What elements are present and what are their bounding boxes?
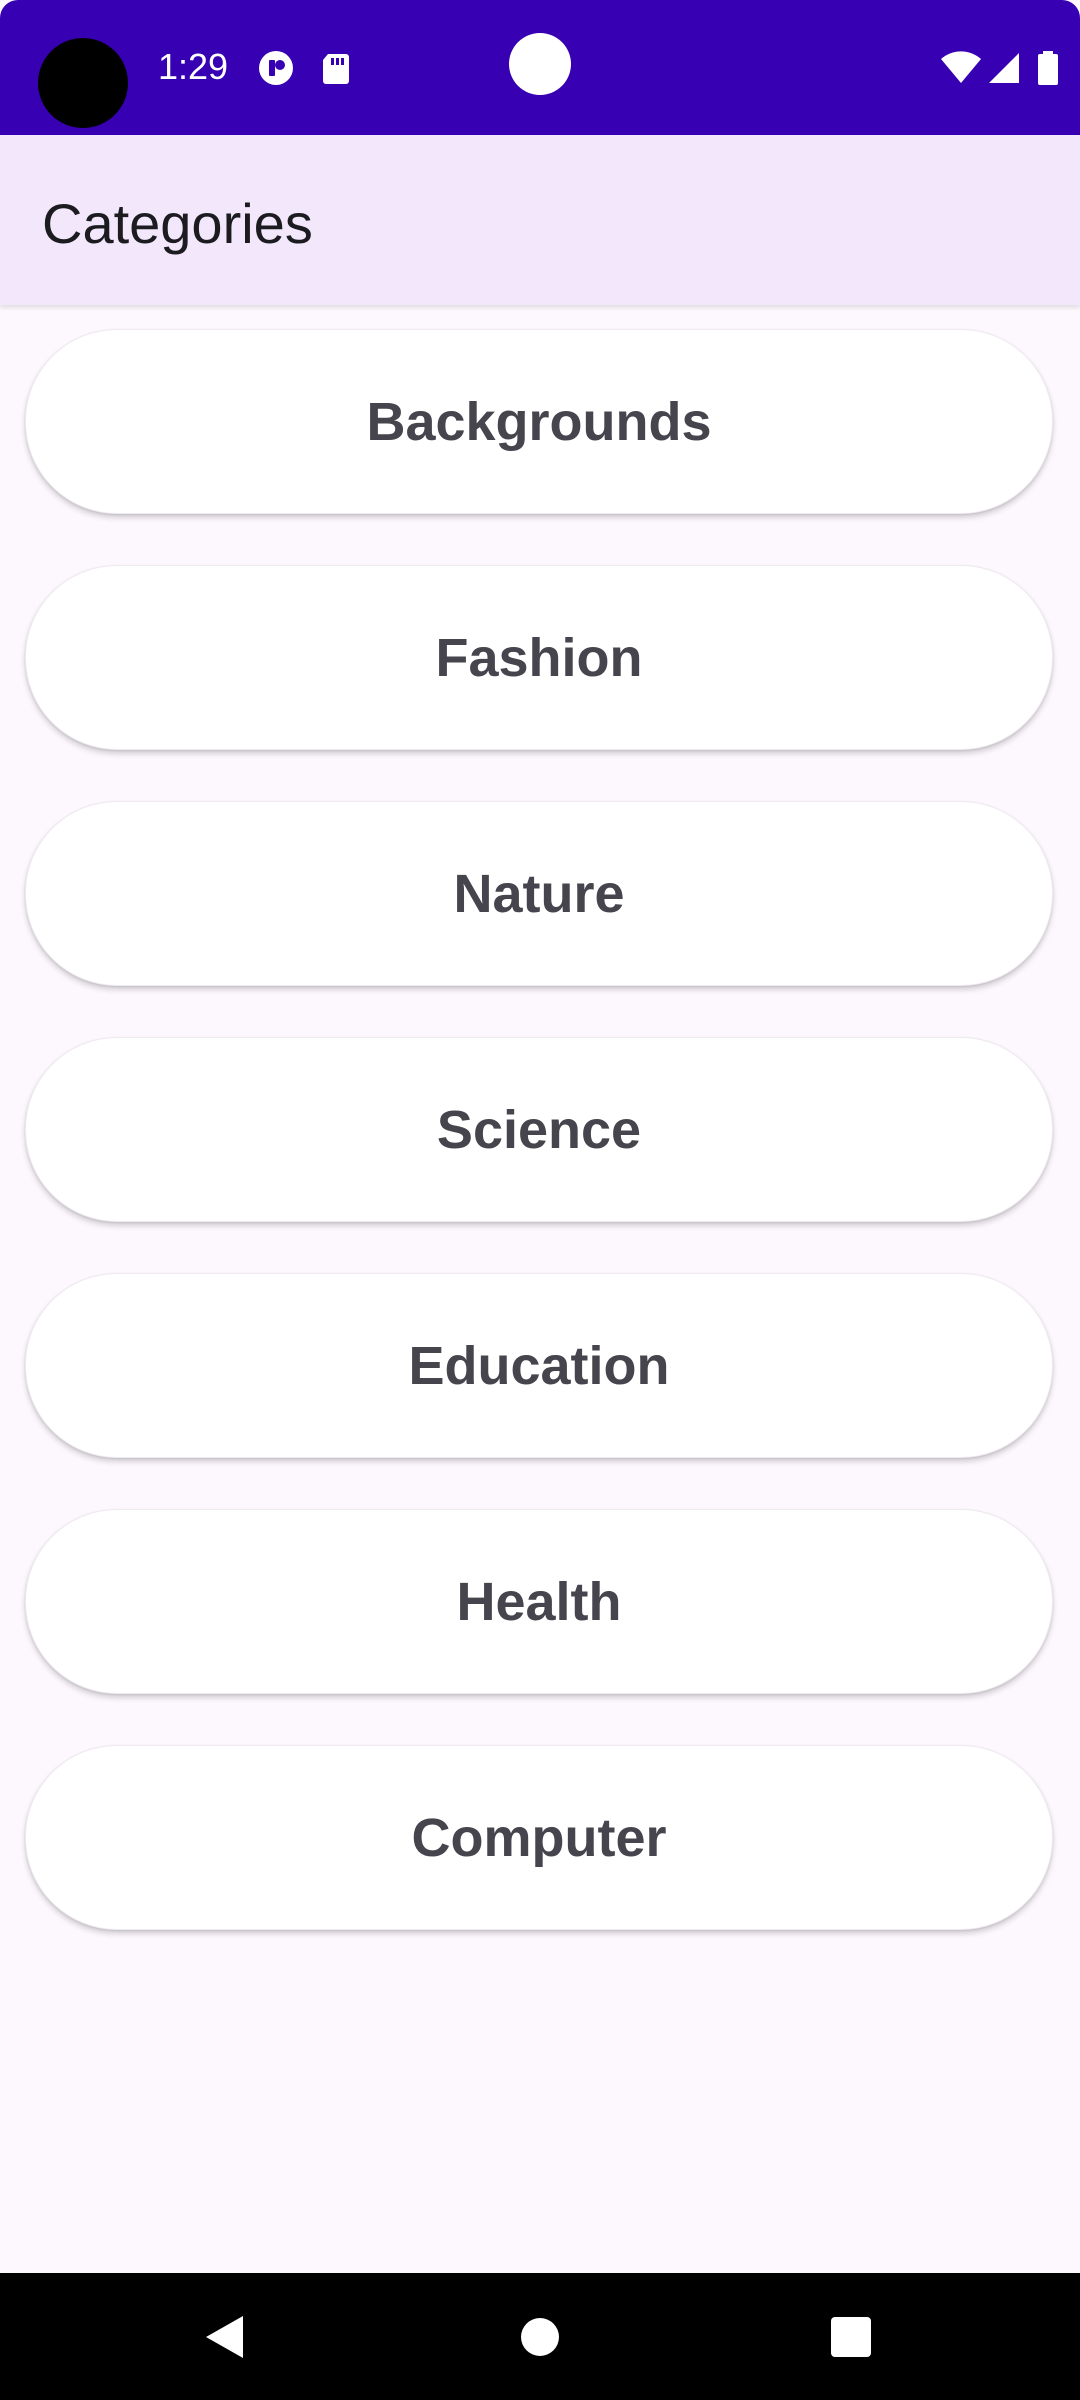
category-button-computer[interactable]: Computer [25,1745,1053,1930]
home-button[interactable] [470,2273,610,2400]
notification-app-icon [259,51,293,85]
category-label: Fashion [435,627,643,688]
front-sensor [509,33,571,95]
category-label: Computer [411,1807,667,1868]
category-button-health[interactable]: Health [25,1509,1053,1694]
category-button-backgrounds[interactable]: Backgrounds [25,329,1053,514]
back-button[interactable] [155,2273,295,2400]
app-bar: Categories [0,135,1080,305]
page-title: Categories [42,192,313,255]
status-time: 1:29 [158,46,229,87]
category-button-nature[interactable]: Nature [25,801,1053,986]
home-icon [521,2317,559,2356]
battery-icon [1038,51,1058,85]
back-icon [206,2315,243,2358]
recents-button[interactable] [781,2273,921,2400]
camera-cutout [38,38,128,128]
category-label: Nature [453,863,625,924]
navigation-bar [0,2273,1080,2400]
category-label: Backgrounds [366,391,712,452]
recents-icon [831,2316,871,2357]
category-button-fashion[interactable]: Fashion [25,565,1053,750]
category-button-education[interactable]: Education [25,1273,1053,1458]
category-label: Health [456,1571,622,1632]
status-bar: 1:29 [0,0,1080,135]
wifi-icon [941,51,981,83]
sd-card-icon [323,54,349,84]
category-button-science[interactable]: Science [25,1037,1053,1222]
category-label: Education [408,1335,670,1396]
cellular-signal-icon [989,53,1019,83]
category-label: Science [436,1099,642,1160]
